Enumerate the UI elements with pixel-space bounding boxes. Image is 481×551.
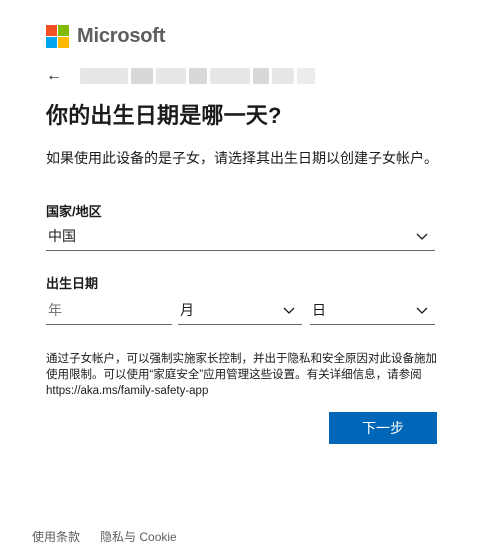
page-title: 你的出生日期是哪一天? — [46, 103, 282, 128]
birth-month-select[interactable]: 月 — [178, 296, 302, 325]
birth-year-input[interactable]: 年 — [46, 296, 172, 325]
chevron-down-icon — [416, 307, 428, 314]
birth-day-value: 日 — [312, 302, 326, 318]
identity-banner: ← — [46, 66, 315, 86]
next-button[interactable]: 下一步 — [329, 412, 437, 444]
birth-day-select[interactable]: 日 — [310, 296, 435, 325]
birth-year-placeholder: 年 — [48, 302, 62, 318]
country-value: 中国 — [48, 228, 76, 244]
account-email-redacted — [80, 68, 315, 84]
privacy-cookies-link[interactable]: 隐私与 Cookie — [100, 528, 177, 545]
chevron-down-icon — [283, 307, 295, 314]
arrow-left-icon[interactable]: ← — [46, 67, 66, 85]
brand-name: Microsoft — [77, 24, 166, 47]
microsoft-logo: Microsoft — [46, 24, 165, 48]
microsoft-logo-icon — [46, 24, 69, 48]
page-description: 如果使用此设备的是子女，请选择其出生日期以创建子女帐户。 — [46, 150, 438, 166]
chevron-down-icon — [416, 233, 428, 240]
terms-of-use-link[interactable]: 使用条款 — [32, 528, 80, 545]
birth-month-value: 月 — [180, 302, 194, 318]
footer: 使用条款 隐私与 Cookie — [32, 528, 177, 545]
country-select[interactable]: 中国 — [46, 222, 435, 251]
birthdate-label: 出生日期 — [46, 276, 99, 291]
child-account-notice: 通过子女帐户，可以强制实施家长控制，并出于隐私和安全原因对此设备施加使用限制。可… — [46, 353, 437, 397]
country-label: 国家/地区 — [46, 204, 102, 219]
